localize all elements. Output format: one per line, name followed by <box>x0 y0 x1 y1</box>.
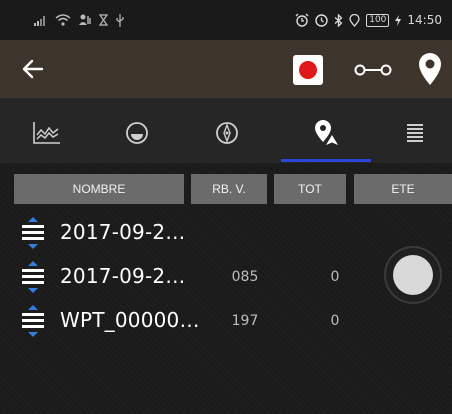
charging-icon <box>395 14 402 26</box>
column-header-rb-v[interactable]: RB. V. <box>191 174 267 204</box>
signal-icon <box>34 16 45 26</box>
tab-list[interactable] <box>370 108 452 158</box>
column-header-nombre[interactable]: NOMBRE <box>14 174 184 204</box>
reorder-handle-icon[interactable] <box>21 216 45 252</box>
back-button[interactable] <box>18 54 48 84</box>
waypoint-list-panel: NOMBRE RB. V. TOT ETE 2017-09-2… 2017-09… <box>0 164 452 414</box>
top-toolbar <box>0 40 452 98</box>
center-action-button[interactable] <box>384 246 442 304</box>
record-button[interactable] <box>293 55 323 85</box>
back-arrow-icon <box>22 59 44 79</box>
list-item[interactable]: WPT_00000… 197 0 <box>0 302 360 342</box>
data-transfer-icon <box>79 14 91 25</box>
location-icon <box>349 13 360 27</box>
route-icon <box>354 64 392 76</box>
list-item[interactable]: 2017-09-2… <box>0 214 360 254</box>
active-tab-indicator <box>281 159 371 162</box>
alarm-icon <box>295 13 309 27</box>
clock-icon <box>315 13 328 27</box>
column-header-tot[interactable]: TOT <box>274 174 346 204</box>
gauge-icon <box>126 122 148 144</box>
tab-compass[interactable] <box>182 108 272 158</box>
record-icon <box>299 61 317 79</box>
reorder-handle-icon[interactable] <box>21 304 45 340</box>
map-pin-icon <box>419 53 441 85</box>
tab-graph[interactable] <box>2 108 92 158</box>
waypoint-name: 2017-09-2… <box>60 264 186 288</box>
battery-icon: 100 <box>366 13 390 27</box>
wifi-icon <box>55 14 71 26</box>
status-bar: 100 14:50 <box>0 0 452 40</box>
waypoint-icon <box>315 120 338 145</box>
waypoint-total: 0 <box>330 313 340 329</box>
route-button[interactable] <box>353 58 393 82</box>
bluetooth-icon <box>334 13 343 27</box>
tab-waypoints[interactable] <box>281 108 371 158</box>
tab-gauge[interactable] <box>92 108 182 158</box>
status-left-icons <box>34 13 125 27</box>
waypoint-bearing: 085 <box>231 269 259 285</box>
graph-icon <box>33 122 60 144</box>
circle-icon <box>393 255 433 295</box>
waypoint-total: 0 <box>330 269 340 285</box>
waypoint-name: 2017-09-2… <box>60 220 186 244</box>
hourglass-icon <box>99 14 108 26</box>
list-item[interactable]: 2017-09-2… 085 0 <box>0 258 360 298</box>
list-icon <box>407 124 423 142</box>
status-time: 14:50 <box>407 13 442 27</box>
waypoint-button[interactable] <box>415 52 445 86</box>
column-header-ete[interactable]: ETE <box>354 174 452 204</box>
usb-icon <box>116 13 124 27</box>
waypoint-name: WPT_00000… <box>60 308 200 332</box>
reorder-handle-icon[interactable] <box>21 260 45 296</box>
compass-icon <box>216 122 238 144</box>
tab-bar <box>0 98 452 164</box>
waypoint-bearing: 197 <box>231 313 259 329</box>
status-right-icons: 100 14:50 <box>295 13 442 27</box>
